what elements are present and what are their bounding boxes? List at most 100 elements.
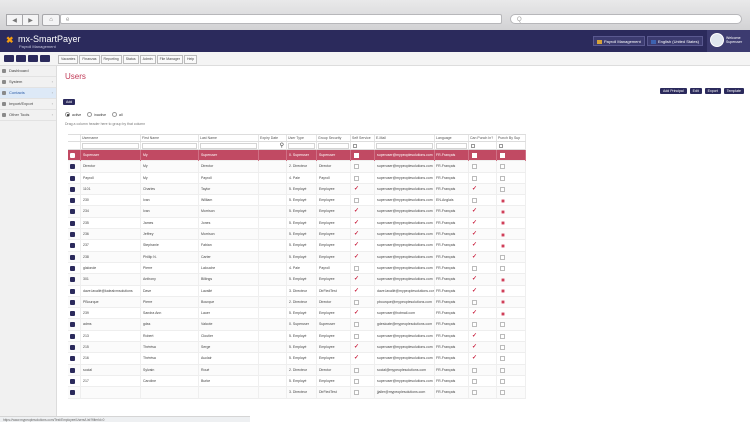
menu-item-3[interactable]: Status bbox=[122, 55, 139, 64]
checkmark-icon[interactable]: ✓ bbox=[354, 218, 359, 229]
edit-icon[interactable] bbox=[70, 198, 75, 204]
radio-dot-icon[interactable] bbox=[501, 300, 505, 305]
checkbox[interactable] bbox=[354, 367, 359, 373]
back-button[interactable]: ◀ bbox=[6, 14, 23, 26]
checkbox[interactable] bbox=[500, 345, 505, 351]
checkbox[interactable] bbox=[500, 390, 505, 396]
table-row[interactable]: Payroll My Payroll 4. Paie Payroll superuser@… bbox=[68, 172, 526, 184]
table-row[interactable]: dave.lavallé@kalealvmsolutions Dave Lavall… bbox=[68, 285, 526, 297]
checkbox[interactable] bbox=[472, 175, 477, 181]
table-row[interactable]: 216 Thérèsa Auclair 5. Employé Employee ✓ supe… bbox=[68, 353, 526, 365]
checkbox[interactable] bbox=[354, 333, 359, 339]
filter-input[interactable] bbox=[436, 143, 467, 149]
filter-input[interactable] bbox=[288, 143, 315, 149]
edit-icon[interactable] bbox=[70, 299, 75, 305]
action-button-0[interactable]: Add Principal bbox=[660, 88, 687, 94]
checkmark-icon[interactable]: ✓ bbox=[354, 308, 359, 319]
checkmark-icon[interactable]: ✓ bbox=[354, 274, 359, 285]
checkbox[interactable] bbox=[472, 322, 477, 328]
edit-icon[interactable] bbox=[70, 322, 75, 328]
checkmark-icon[interactable]: ✓ bbox=[354, 229, 359, 240]
sidebar-item-1[interactable]: System › bbox=[0, 77, 56, 88]
edit-icon[interactable] bbox=[70, 186, 75, 192]
radio-inactive[interactable] bbox=[87, 112, 93, 117]
column-header-10[interactable]: Can Punch In? bbox=[469, 135, 497, 141]
checkbox[interactable] bbox=[500, 175, 505, 181]
forward-button[interactable]: ▶ bbox=[22, 14, 39, 26]
add-button[interactable]: Add bbox=[63, 99, 76, 105]
filter-icon[interactable]: ⚲ bbox=[280, 142, 284, 150]
edit-icon[interactable] bbox=[70, 220, 75, 226]
checkmark-icon[interactable]: ✓ bbox=[354, 240, 359, 251]
filter-input[interactable] bbox=[82, 143, 139, 149]
radio-dot-icon[interactable] bbox=[501, 311, 505, 316]
checkbox[interactable] bbox=[500, 356, 505, 362]
column-header-3[interactable]: Last Name bbox=[199, 135, 259, 141]
checkmark-icon[interactable]: ✓ bbox=[472, 184, 477, 195]
checkbox[interactable] bbox=[472, 390, 477, 396]
edit-icon[interactable] bbox=[70, 367, 75, 373]
column-header-0[interactable] bbox=[68, 135, 81, 141]
table-row[interactable]: PBourque Pierre Bourque 2. Directeur Directo… bbox=[68, 296, 526, 309]
payroll-management-dropdown[interactable]: Payroll Management bbox=[593, 36, 645, 46]
table-row[interactable]: social Sylvain Roué 2. Directeur Director soc… bbox=[68, 364, 526, 376]
checkmark-icon[interactable]: ✓ bbox=[354, 206, 359, 217]
sidebar-item-0[interactable]: Dashboard bbox=[0, 66, 56, 77]
table-row[interactable]: 217 Caroline Burke 5. Employé Employee superu… bbox=[68, 375, 526, 388]
sidebar-item-4[interactable]: Other Tools › bbox=[0, 110, 56, 121]
filter-input[interactable] bbox=[318, 143, 349, 149]
app-logo[interactable]: mx-SmartPayer bbox=[18, 34, 81, 44]
checkmark-icon[interactable]: ✓ bbox=[472, 331, 477, 342]
checkmark-icon[interactable]: ✓ bbox=[354, 342, 359, 353]
column-header-1[interactable]: Username bbox=[81, 135, 141, 141]
table-row[interactable]: 238 Phillip N. Carter 5. Employé Employee ✓ su… bbox=[68, 251, 526, 263]
checkbox[interactable] bbox=[472, 198, 477, 204]
column-header-2[interactable]: First Name bbox=[141, 135, 199, 141]
checkbox[interactable] bbox=[500, 265, 505, 271]
checkmark-icon[interactable]: ✓ bbox=[472, 240, 477, 251]
table-row[interactable]: Director My Director 2. Directeur Director su… bbox=[68, 161, 526, 173]
checkbox[interactable] bbox=[354, 390, 359, 396]
edit-icon[interactable] bbox=[70, 277, 75, 283]
column-header-4[interactable]: Expiry Date bbox=[259, 135, 287, 141]
checkbox[interactable] bbox=[500, 164, 505, 170]
filter-input[interactable] bbox=[200, 143, 257, 149]
checkbox[interactable] bbox=[472, 164, 477, 170]
checkmark-icon[interactable]: ✓ bbox=[472, 218, 477, 229]
browser-search-input[interactable]: Q bbox=[510, 14, 742, 24]
checkbox[interactable] bbox=[472, 153, 477, 158]
filter-input[interactable] bbox=[376, 143, 433, 149]
column-header-7[interactable]: Self Service bbox=[351, 135, 375, 141]
user-menu[interactable]: Welcome Superuser bbox=[707, 30, 750, 52]
radio-dot-icon[interactable] bbox=[501, 289, 505, 294]
checkbox[interactable] bbox=[354, 322, 359, 328]
menu-item-5[interactable]: File Manager bbox=[156, 55, 184, 64]
checkmark-icon[interactable]: ✓ bbox=[472, 206, 477, 217]
column-header-5[interactable]: User Type bbox=[287, 135, 317, 141]
edit-icon[interactable] bbox=[70, 175, 75, 181]
column-header-8[interactable]: E-Mail bbox=[375, 135, 435, 141]
checkmark-icon[interactable]: ✓ bbox=[354, 353, 359, 364]
checkbox[interactable] bbox=[354, 378, 359, 384]
table-row[interactable]: 236 Jeffrey Morrison 5. Employé Employee ✓ sup… bbox=[68, 229, 526, 241]
checkmark-icon[interactable]: ✓ bbox=[472, 308, 477, 319]
table-row[interactable]: 213 Robert Cloutier 5. Employé Employee super… bbox=[68, 330, 526, 343]
checkmark-icon[interactable]: ✓ bbox=[472, 353, 477, 364]
column-header-6[interactable]: Group Security bbox=[317, 135, 351, 141]
checkbox[interactable] bbox=[500, 367, 505, 373]
table-row[interactable]: Superuser My Superuser 0. Superuser Superuse… bbox=[68, 150, 526, 162]
radio-active[interactable] bbox=[65, 112, 70, 117]
calendar-tool-icon[interactable] bbox=[28, 55, 38, 62]
radio-all[interactable] bbox=[112, 112, 118, 117]
language-dropdown[interactable]: English (United States) bbox=[647, 36, 703, 46]
edit-icon[interactable] bbox=[70, 356, 75, 362]
checkmark-icon[interactable]: ✓ bbox=[472, 286, 477, 297]
table-row[interactable]: 239 Sandra Ann Lauer 5. Employé Employee ✓ sup… bbox=[68, 308, 526, 320]
edit-icon[interactable] bbox=[70, 311, 75, 317]
menu-item-1[interactable]: Finanzas bbox=[79, 55, 100, 64]
checkbox[interactable] bbox=[472, 367, 477, 373]
checkbox[interactable] bbox=[354, 164, 359, 170]
checkbox[interactable] bbox=[354, 198, 359, 204]
checkbox[interactable] bbox=[472, 378, 477, 384]
address-bar[interactable]: e bbox=[60, 14, 502, 24]
